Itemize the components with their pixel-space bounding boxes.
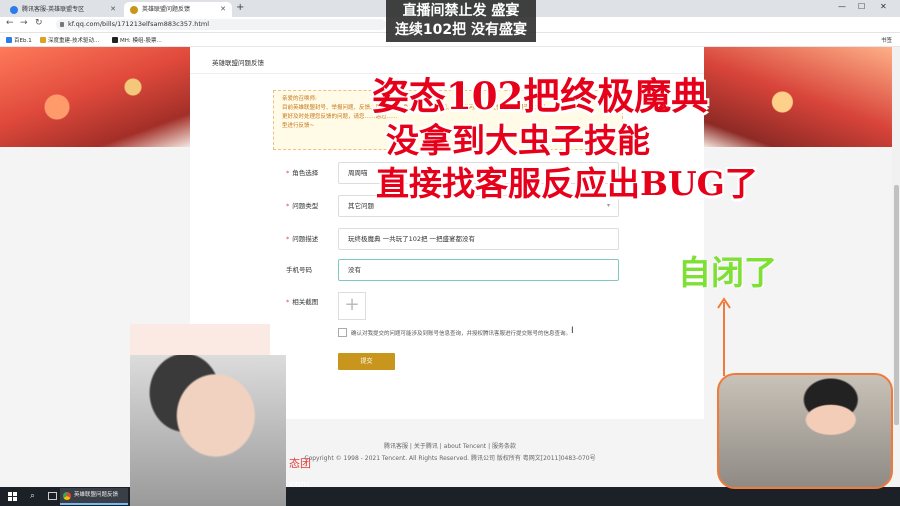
bookmark-icon [112, 37, 118, 43]
text-cursor-icon: I [571, 326, 574, 336]
webcam-left [130, 355, 286, 506]
url-text: kf.qq.com/bills/171213elfsam883c357.html [68, 20, 210, 28]
bookmark-label: MH: 模组-股票... [120, 38, 162, 44]
bookmark-icon [40, 37, 46, 43]
search-icon[interactable]: ⌕ [30, 491, 35, 501]
browser-tab-1[interactable]: 腾讯客服-英雄联盟专区 ✕ [4, 2, 122, 17]
reload-icon[interactable]: ↻ [35, 18, 43, 28]
field-label: * 问题类型 [286, 202, 319, 210]
tab-label: 腾讯客服-英雄联盟专区 [22, 6, 85, 13]
bookmark-label: 百Eb.1 [14, 38, 32, 44]
agreement-row[interactable]: 确认对我提交的问题可能涉及到账号信息查询，并授权腾讯客服进行提交账号的信息查询。 [338, 328, 571, 337]
tab-favicon-icon [130, 6, 138, 14]
maximize-icon[interactable]: ☐ [858, 2, 865, 11]
caption-line-3: 直接找客服反应出BUG了 [376, 164, 758, 203]
windows-start-icon[interactable] [8, 492, 17, 501]
new-tab-icon[interactable]: + [236, 2, 244, 13]
description-input[interactable]: 玩终极魔典 一共玩了102把 一把盛宴都没有 [338, 228, 619, 250]
bookmark-item[interactable]: MH: 模组-股票... [112, 36, 162, 44]
bookmark-item[interactable]: 百Eb.1 [6, 36, 32, 44]
webcam-left-text-2: com [290, 480, 310, 490]
bookmark-folder[interactable]: 书签 [881, 36, 892, 44]
bookmark-label: 深度重建-技术驱动... [48, 38, 100, 44]
taskbar-app-label: 英雄联盟问题反馈 [74, 492, 119, 498]
field-label: * 问题描述 [286, 235, 319, 243]
back-icon[interactable]: ← [6, 18, 14, 28]
arrow-up-icon [717, 297, 731, 376]
webcam-left-text: 态团 [289, 457, 311, 470]
scrollbar-thumb[interactable] [894, 185, 899, 425]
stream-notice-line: 直播间禁止发 盛宴 [402, 3, 520, 19]
caption-line-2: 没拿到大虫子技能 [386, 121, 650, 160]
chrome-icon [63, 492, 71, 500]
url-input[interactable]: kf.qq.com/bills/171213elfsam883c357.html [56, 19, 386, 30]
forward-icon[interactable]: → [20, 18, 28, 28]
caption-line-1: 姿态102把终极魔典 [372, 74, 709, 118]
tab-close-icon[interactable]: ✕ [110, 2, 116, 17]
stream-notice-box: 直播间禁止发 盛宴 连续102把 没有盛宴 [386, 0, 536, 42]
bookmark-label: 书签 [880, 38, 892, 44]
stream-notice-line: 连续102把 没有盛宴 [394, 22, 528, 38]
field-label: * 相关截图 [286, 298, 319, 306]
tab-favicon-icon [10, 6, 18, 14]
tab-close-icon[interactable]: ✕ [220, 2, 226, 17]
upload-image-button[interactable]: + [338, 292, 366, 320]
phone-input[interactable]: 没有 [338, 259, 619, 281]
taskbar-chrome-app[interactable]: 英雄联盟问题反馈 [60, 488, 128, 505]
banner-image-right [704, 47, 900, 147]
green-caption: 自闭了 [678, 253, 777, 292]
submit-button[interactable]: 提交 [338, 353, 395, 370]
card-title: 英雄联盟问题反馈 [212, 59, 264, 67]
tab-label: 英雄联盟问题反馈 [142, 6, 191, 13]
minimize-icon[interactable]: — [838, 2, 846, 11]
bookmark-icon [6, 37, 12, 43]
banner-image-left [0, 47, 190, 147]
agreement-checkbox[interactable] [338, 328, 347, 337]
lock-icon [60, 22, 64, 27]
task-view-icon[interactable] [48, 492, 57, 500]
field-label: 手机号码 [286, 266, 312, 274]
bookmark-item[interactable]: 深度重建-技术驱动... [40, 36, 99, 44]
webcam-right [717, 373, 893, 489]
close-window-icon[interactable]: ✕ [880, 2, 887, 11]
webcam-overlay-top [130, 324, 270, 356]
browser-tab-2[interactable]: 英雄联盟问题反馈 ✕ [124, 2, 232, 17]
field-label: * 角色选择 [286, 169, 319, 177]
agreement-text: 确认对我提交的问题可能涉及到账号信息查询，并授权腾讯客服进行提交账号的信息查询。 [351, 331, 572, 337]
